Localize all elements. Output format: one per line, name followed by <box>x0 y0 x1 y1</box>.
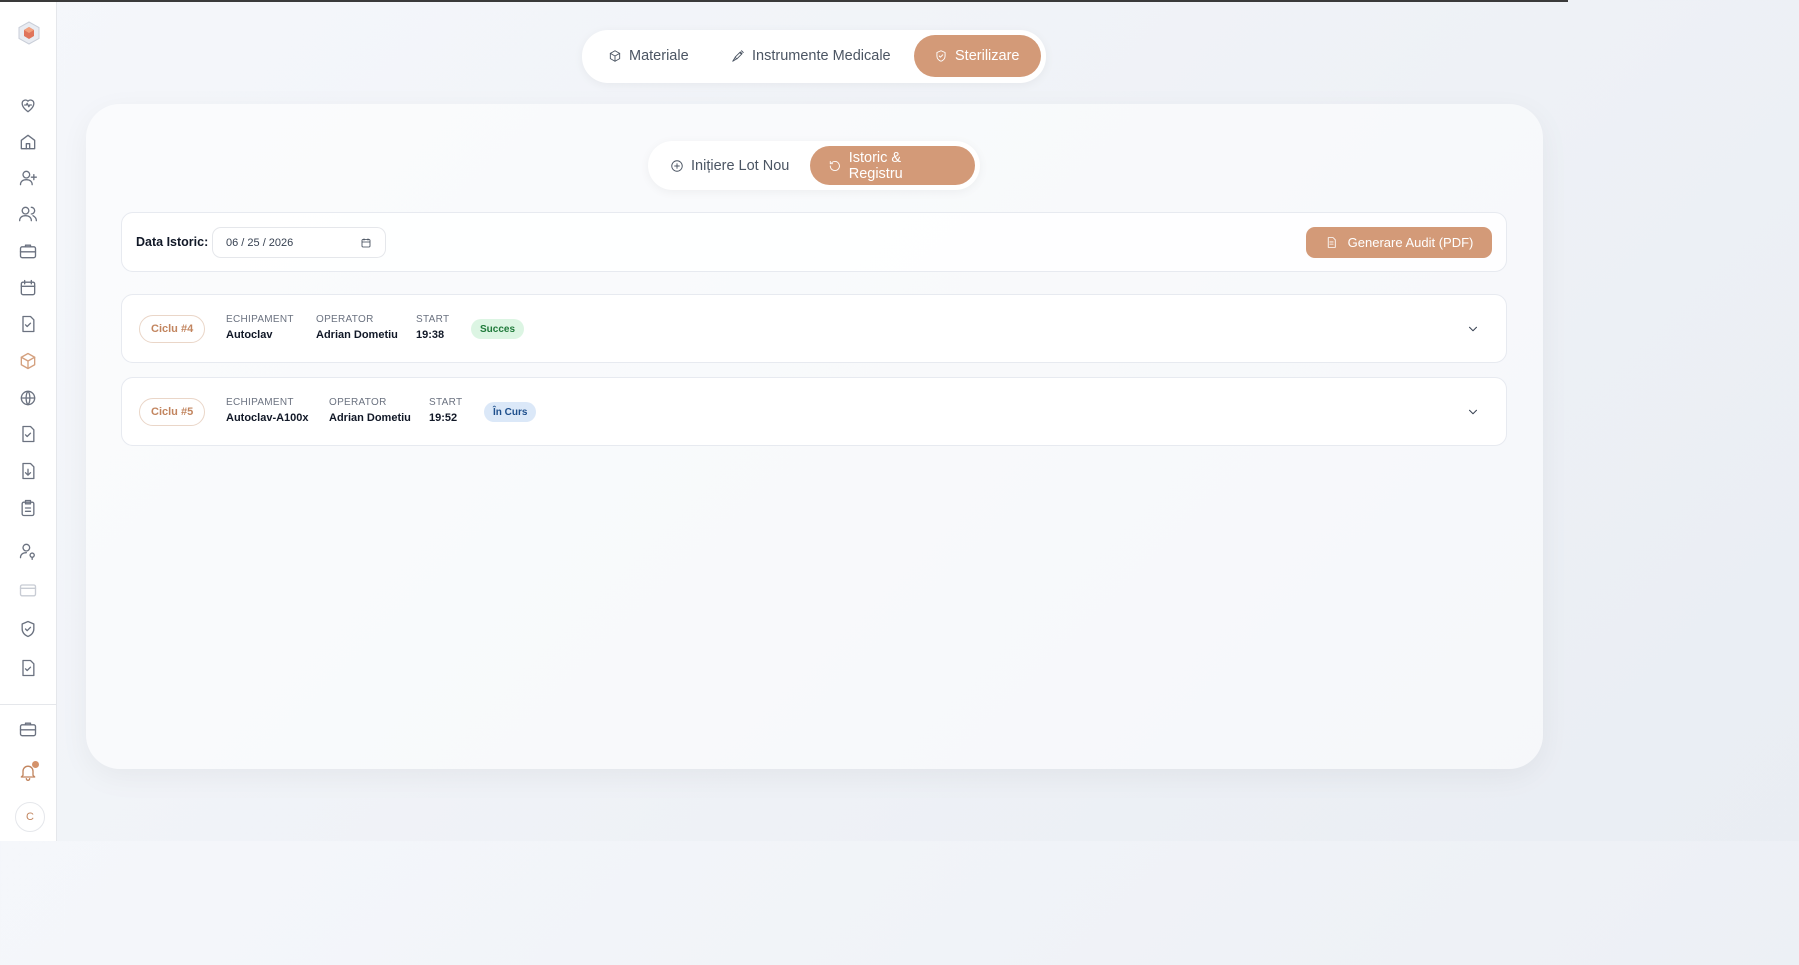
filter-bar: Data Istoric: 06 / 25 / 2026 Generare Au… <box>121 212 1507 272</box>
tab-label: Sterilizare <box>955 48 1020 64</box>
user-plus-icon[interactable] <box>16 166 40 190</box>
field-label: ECHIPAMENT <box>226 314 294 325</box>
field-value: 19:38 <box>416 329 445 341</box>
sidebar-divider <box>0 704 56 705</box>
heart-pulse-icon[interactable] <box>16 93 40 117</box>
shield-icon <box>936 50 946 62</box>
cycle-id-badge: Ciclu #4 <box>139 315 206 343</box>
users-icon[interactable] <box>16 202 40 226</box>
main-tabs: Materiale Instrumente Medicale Steriliza… <box>582 30 1046 83</box>
field-value: Adrian Dometiu <box>316 329 398 341</box>
file-check-icon[interactable] <box>16 656 40 680</box>
file-text-icon <box>1327 237 1336 248</box>
package-icon[interactable] <box>16 349 40 373</box>
generate-audit-button[interactable]: Generare Audit (PDF) <box>1306 227 1492 258</box>
tab-label: Istoric & Registru <box>848 149 903 182</box>
briefcase-icon[interactable] <box>16 717 40 741</box>
tab-sterilizare[interactable]: Sterilizare <box>914 35 1041 77</box>
field-value: Autoclav-A100x <box>226 412 309 424</box>
shield-check-icon[interactable] <box>16 617 40 641</box>
clipboard-list-icon[interactable] <box>16 496 40 520</box>
field-value: Autoclav <box>226 329 273 341</box>
cycle-row[interactable]: Ciclu #4 ECHIPAMENT Autoclav OPERATOR Ad… <box>121 294 1507 363</box>
sidebar: C <box>0 2 57 841</box>
notification-dot <box>32 761 39 768</box>
tab-materiale[interactable]: Materiale <box>590 35 707 77</box>
cycle-id-badge: Ciclu #5 <box>139 398 206 426</box>
calendar-icon[interactable] <box>16 276 40 300</box>
bell-icon[interactable] <box>16 760 40 784</box>
audit-button-label: Generare Audit (PDF) <box>1347 235 1474 250</box>
credit-card-icon[interactable] <box>16 578 40 602</box>
globe-icon[interactable] <box>16 386 40 410</box>
field-operator: OPERATOR Adrian Dometiu <box>316 314 398 341</box>
field-label: OPERATOR <box>329 397 387 408</box>
sub-tabs: Inițiere Lot Nou Istoric & Registru <box>648 141 980 190</box>
field-value: Adrian Dometiu <box>329 412 411 424</box>
app-logo[interactable] <box>16 20 42 46</box>
tab-instrumente-medicale[interactable]: Instrumente Medicale <box>713 35 909 77</box>
file-check-icon[interactable] <box>16 422 40 446</box>
history-icon <box>829 160 840 171</box>
date-filter-label: Data Istoric: <box>136 235 209 249</box>
user-key-icon[interactable] <box>16 539 40 563</box>
chevron-down-icon[interactable] <box>1466 322 1480 336</box>
field-equipment: ECHIPAMENT Autoclav-A100x <box>226 397 309 424</box>
field-start: START 19:38 <box>416 314 449 341</box>
date-input[interactable]: 06 / 25 / 2026 <box>212 227 386 258</box>
avatar[interactable]: C <box>15 802 45 832</box>
syringe-icon <box>732 50 744 62</box>
field-operator: OPERATOR Adrian Dometiu <box>329 397 411 424</box>
field-label: START <box>429 397 463 408</box>
tab-initiere-lot-nou[interactable]: Inițiere Lot Nou <box>652 146 807 185</box>
field-label: OPERATOR <box>316 314 374 325</box>
field-value: 19:52 <box>429 412 458 424</box>
plus-circle-icon <box>671 159 683 172</box>
tab-istoric-registru[interactable]: Istoric & Registru <box>810 146 975 185</box>
tab-label: Inițiere Lot Nou <box>691 157 790 174</box>
box-icon <box>609 50 621 62</box>
file-download-icon[interactable] <box>16 459 40 483</box>
home-icon[interactable] <box>16 130 40 154</box>
tab-label: Materiale <box>629 48 689 64</box>
field-label: START <box>416 314 450 325</box>
chevron-down-icon[interactable] <box>1466 405 1480 419</box>
field-start: START 19:52 <box>429 397 462 424</box>
tab-label: Instrumente Medicale <box>752 48 891 64</box>
briefcase-icon[interactable] <box>16 239 40 263</box>
field-label: ECHIPAMENT <box>226 397 294 408</box>
file-check-icon[interactable] <box>16 312 40 336</box>
cycle-row[interactable]: Ciclu #5 ECHIPAMENT Autoclav-A100x OPERA… <box>121 377 1507 446</box>
field-equipment: ECHIPAMENT Autoclav <box>226 314 294 341</box>
calendar-icon[interactable] <box>360 237 372 249</box>
status-badge: Succes <box>471 319 525 339</box>
status-badge: În Curs <box>484 402 537 422</box>
date-value: 06 / 25 / 2026 <box>226 236 294 249</box>
window-top-border <box>0 0 1568 2</box>
